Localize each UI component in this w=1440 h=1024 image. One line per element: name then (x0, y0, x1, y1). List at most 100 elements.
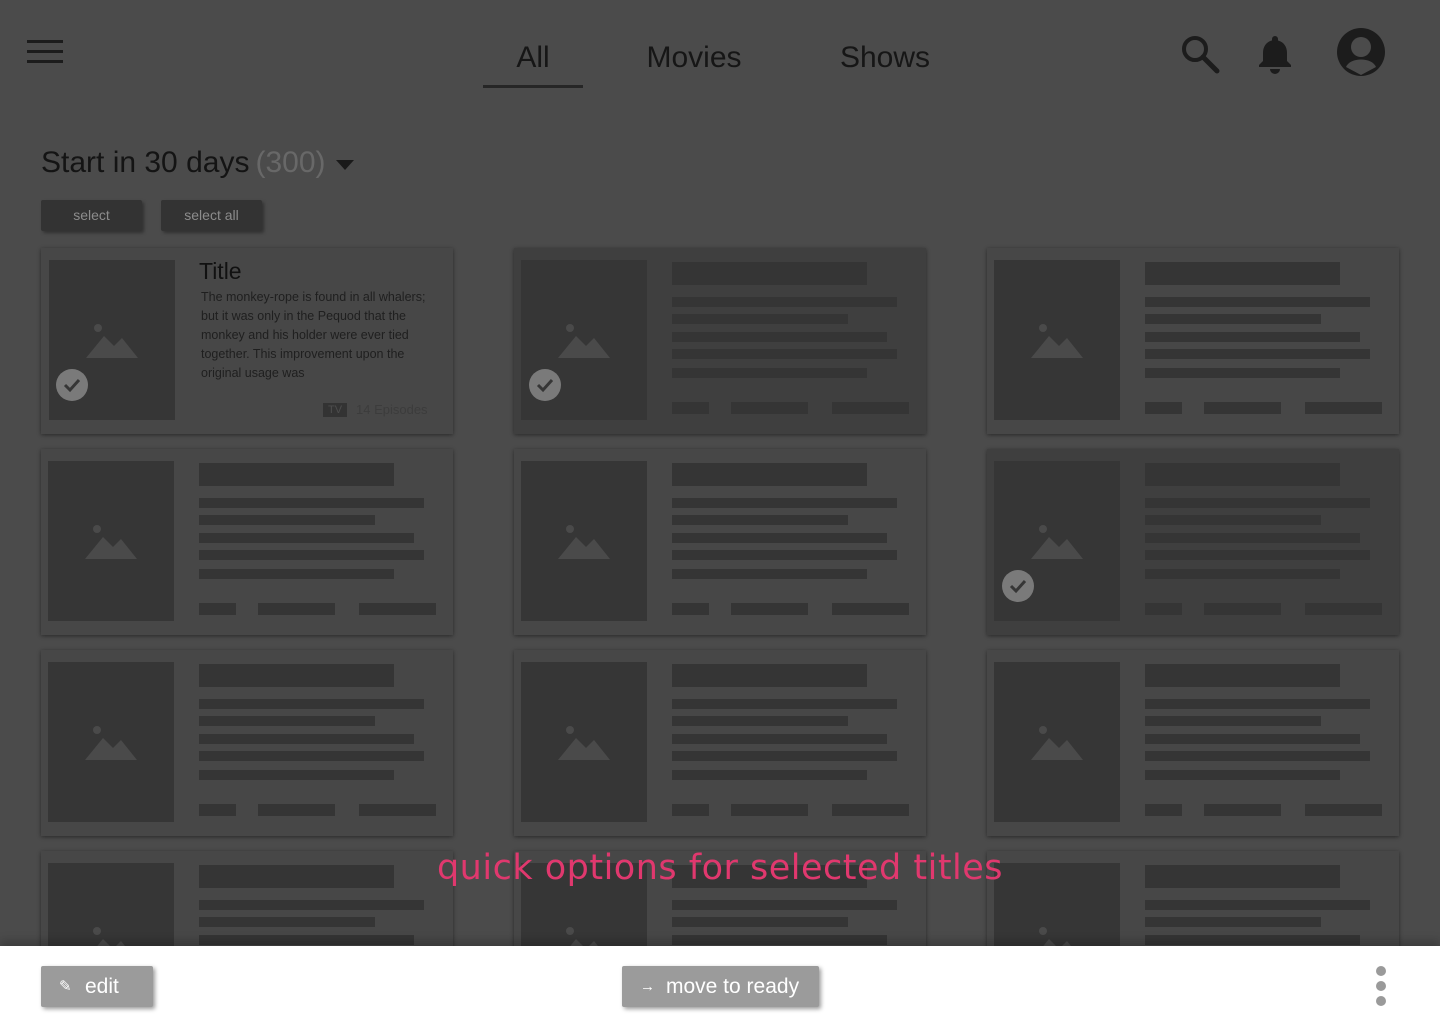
text-line-placeholder (1145, 569, 1340, 579)
poster-placeholder (48, 662, 174, 822)
pencil-icon: ✎ (59, 978, 72, 995)
move-to-ready-button[interactable]: → move to ready (622, 966, 819, 1007)
title-placeholder (1145, 463, 1340, 486)
poster-placeholder (994, 662, 1120, 822)
title-card[interactable] (987, 248, 1399, 434)
annotation-text: quick options for selected titles (436, 848, 1004, 888)
text-line-placeholder (1145, 770, 1340, 780)
text-line-placeholder (672, 770, 867, 780)
title-card[interactable] (987, 449, 1399, 635)
bell-icon[interactable] (1256, 34, 1294, 74)
meta-placeholder (672, 603, 709, 615)
text-line-placeholder (199, 751, 424, 761)
text-line-placeholder (672, 716, 848, 726)
meta-placeholder (672, 804, 709, 816)
image-icon (1031, 726, 1083, 760)
text-line-placeholder (1145, 935, 1360, 945)
text-line-placeholder (672, 569, 867, 579)
text-line-placeholder (672, 917, 848, 927)
title-placeholder (1145, 664, 1340, 687)
text-line-placeholder (1145, 349, 1370, 359)
text-line-placeholder (199, 900, 424, 910)
active-tab-indicator (483, 85, 583, 88)
meta-placeholder (1305, 402, 1382, 414)
meta-placeholder (1204, 603, 1281, 615)
text-line-placeholder (1145, 699, 1370, 709)
title-card[interactable] (987, 650, 1399, 836)
meta-placeholder (359, 603, 436, 615)
section-dropdown[interactable]: Start in 30 days (300) (41, 146, 354, 180)
tab-bar: All Movies Shows (0, 40, 1440, 90)
search-icon[interactable] (1180, 34, 1220, 74)
image-icon (86, 324, 138, 358)
text-line-placeholder (672, 515, 848, 525)
text-line-placeholder (199, 917, 375, 927)
text-line-placeholder (672, 332, 887, 342)
check-circle-icon[interactable] (56, 369, 88, 401)
text-line-placeholder (1145, 332, 1360, 342)
meta-placeholder (731, 402, 808, 414)
text-line-placeholder (672, 900, 897, 910)
text-line-placeholder (672, 314, 848, 324)
text-line-placeholder (1145, 900, 1370, 910)
image-icon (85, 726, 137, 760)
title-placeholder (199, 463, 394, 486)
meta-placeholder (672, 402, 709, 414)
title-card[interactable] (41, 449, 453, 635)
title-card[interactable] (514, 650, 926, 836)
check-circle-icon[interactable] (1002, 570, 1034, 602)
tab-all[interactable]: All (483, 40, 583, 88)
meta-placeholder (1145, 603, 1182, 615)
poster-placeholder (521, 662, 647, 822)
section-count: (300) (255, 146, 326, 179)
text-line-placeholder (1145, 917, 1321, 927)
section-title: Start in 30 days (41, 146, 250, 179)
text-line-placeholder (672, 498, 897, 508)
meta-placeholder (731, 804, 808, 816)
edit-button[interactable]: ✎ edit (41, 966, 153, 1007)
avatar-icon[interactable] (1336, 27, 1386, 77)
text-line-placeholder (199, 770, 394, 780)
tab-movies[interactable]: Movies (640, 40, 748, 88)
image-icon (558, 324, 610, 358)
meta-placeholder (258, 804, 335, 816)
text-line-placeholder (672, 349, 897, 359)
text-line-placeholder (1145, 368, 1340, 378)
image-icon (85, 525, 137, 559)
title-placeholder (1145, 262, 1340, 285)
card-title: Title (199, 258, 242, 284)
select-all-button[interactable]: select all (161, 200, 262, 231)
text-line-placeholder (672, 533, 887, 543)
bottom-action-bar: ✎ edit → move to ready (0, 946, 1440, 1024)
title-placeholder (672, 262, 867, 285)
text-line-placeholder (672, 550, 897, 560)
image-icon (1031, 525, 1083, 559)
meta-placeholder (258, 603, 335, 615)
title-placeholder (672, 664, 867, 687)
title-card[interactable] (514, 449, 926, 635)
meta-placeholder (1145, 402, 1182, 414)
tab-shows[interactable]: Shows (835, 40, 935, 88)
meta-placeholder (1305, 603, 1382, 615)
more-vertical-icon[interactable] (1368, 966, 1394, 1010)
meta-placeholder (1305, 804, 1382, 816)
text-line-placeholder (199, 734, 414, 744)
title-card[interactable]: Title The monkey-rope is found in all wh… (41, 248, 453, 434)
text-line-placeholder (199, 716, 375, 726)
text-line-placeholder (199, 569, 394, 579)
text-line-placeholder (1145, 734, 1360, 744)
meta-placeholder (731, 603, 808, 615)
text-line-placeholder (1145, 751, 1370, 761)
title-card[interactable] (514, 248, 926, 434)
select-button[interactable]: select (41, 200, 142, 231)
title-card[interactable] (41, 650, 453, 836)
text-line-placeholder (199, 498, 424, 508)
text-line-placeholder (199, 550, 424, 560)
text-line-placeholder (1145, 550, 1370, 560)
text-line-placeholder (199, 699, 424, 709)
check-circle-icon[interactable] (529, 369, 561, 401)
text-line-placeholder (1145, 533, 1360, 543)
meta-placeholder (832, 603, 909, 615)
edit-label: edit (85, 975, 119, 998)
title-placeholder (199, 664, 394, 687)
